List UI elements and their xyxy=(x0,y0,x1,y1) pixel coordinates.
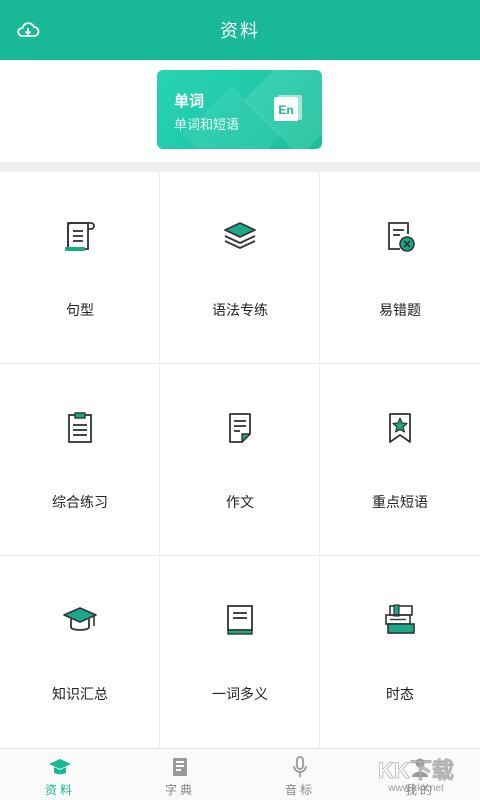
books-stack-icon xyxy=(385,604,415,634)
cloud-download-icon[interactable] xyxy=(16,20,40,40)
tab-materials[interactable]: 资料 xyxy=(0,749,120,800)
page-title: 资料 xyxy=(220,21,260,42)
grid-item-label: 易错题 xyxy=(379,303,421,319)
clipboard-icon xyxy=(68,412,92,443)
top-bar: 资料 xyxy=(0,0,480,60)
graduation-cap-icon xyxy=(49,759,71,775)
kk-download-watermark: KK下载 www.kkx.net xyxy=(378,758,455,794)
book-icon xyxy=(227,605,253,635)
banner-title: 单词 xyxy=(174,92,205,110)
tab-label: 音标 xyxy=(284,783,315,797)
tab-dictionary[interactable]: 字典 xyxy=(120,749,240,800)
grid-item-sentence-patterns[interactable]: 句型 xyxy=(0,172,160,364)
tab-label: 字典 xyxy=(164,783,195,797)
tab-label: 资料 xyxy=(44,783,75,797)
grid-item-key-phrases[interactable]: 重点短语 xyxy=(320,364,480,556)
grid-item-tenses[interactable]: 时态 xyxy=(320,556,480,748)
scroll-icon xyxy=(65,222,95,251)
bookmark-star-icon xyxy=(389,413,411,443)
grid-item-label: 时态 xyxy=(386,687,414,703)
dictionary-icon xyxy=(173,758,187,776)
grid-item-grammar[interactable]: 语法专练 xyxy=(160,172,320,364)
watermark-domain: www.kkx.net xyxy=(387,783,444,794)
words-banner-card[interactable]: 单词 单词和短语 En xyxy=(157,70,322,149)
grid-item-comprehensive[interactable]: 综合练习 xyxy=(0,364,160,556)
english-book-icon: En xyxy=(274,95,302,121)
grid-item-label: 句型 xyxy=(66,303,94,319)
grid-item-label: 知识汇总 xyxy=(52,687,108,703)
graduation-cap-icon xyxy=(63,607,97,631)
grid-item-knowledge-summary[interactable]: 知识汇总 xyxy=(0,556,160,748)
grid-item-composition[interactable]: 作文 xyxy=(160,364,320,556)
banner-subtitle: 单词和短语 xyxy=(174,118,240,133)
document-icon xyxy=(229,413,251,443)
grid-item-label: 一词多义 xyxy=(212,687,268,703)
layers-icon xyxy=(224,222,256,249)
error-doc-icon xyxy=(388,222,415,252)
watermark-text: KK下载 xyxy=(378,758,454,783)
microphone-icon xyxy=(293,756,307,777)
grid-item-label: 重点短语 xyxy=(372,495,428,511)
grid-item-label: 作文 xyxy=(226,495,254,511)
grid-item-label: 语法专练 xyxy=(212,303,268,319)
grid-item-label: 综合练习 xyxy=(52,495,108,511)
section-divider xyxy=(0,162,480,172)
banner-badge: En xyxy=(278,103,293,117)
banner-area: 单词 单词和短语 En xyxy=(0,60,480,162)
grid-item-polysemy[interactable]: 一词多义 xyxy=(160,556,320,748)
resource-grid: 句型 语法专练 易错题 综合练习 作文 重点短语 知识汇总 一词多义 时态 xyxy=(0,172,480,748)
tab-phonetics[interactable]: 音标 xyxy=(240,749,360,800)
grid-item-error-prone[interactable]: 易错题 xyxy=(320,172,480,364)
